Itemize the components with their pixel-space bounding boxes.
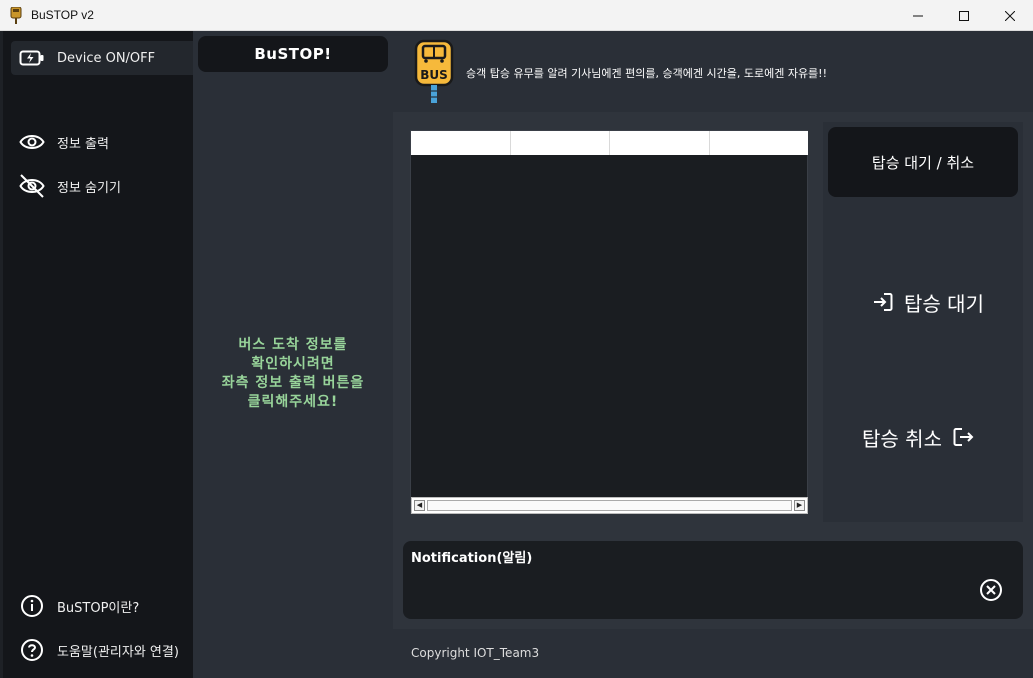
app-logo-text: BuSTOP!: [198, 36, 388, 72]
header: BUS 승객 탑승 유무를 알려 기사님에겐 편의를, 승객에겐 시간을, 도로…: [393, 31, 1033, 112]
sidebar-item-label: BuSTOP이란?: [57, 600, 140, 616]
arrival-info-message: 버스 도착 정보를 확인하시려면 좌측 정보 출력 버튼을 클릭해주세요!: [221, 337, 365, 410]
bus-stop-logo-icon: BUS: [414, 39, 454, 103]
table-header-cell[interactable]: [511, 131, 610, 155]
close-icon: [1005, 10, 1015, 21]
board-cancel-label: 탑승 취소: [862, 426, 942, 451]
bus-info-table[interactable]: ◀ ▶: [410, 130, 808, 514]
table-header-cell[interactable]: [610, 131, 710, 155]
sidebar: Device ON/OFF 정보 출력 정보 숨기기 BuSTOP이란? 도움말…: [3, 31, 193, 678]
table-header: [411, 131, 808, 155]
sidebar-item-about[interactable]: BuSTOP이란?: [11, 589, 139, 623]
table-header-cell[interactable]: [411, 131, 511, 155]
sidebar-item-label: Device ON/OFF: [57, 50, 156, 66]
help-icon: [19, 637, 45, 663]
slogan-text: 승객 탑승 유무를 알려 기사님에겐 편의를, 승객에겐 시간을, 도로에겐 자…: [466, 67, 827, 80]
copyright-text: Copyright IOT_Team3: [411, 646, 540, 660]
scroll-left-arrow-icon[interactable]: ◀: [414, 500, 425, 511]
sidebar-item-label: 도움말(관리자와 연결): [57, 644, 179, 660]
maximize-icon: [959, 10, 969, 21]
sidebar-item-device-toggle[interactable]: Device ON/OFF: [11, 41, 193, 75]
sidebar-item-label: 정보 출력: [57, 136, 109, 152]
log-in-icon: [874, 293, 893, 311]
minimize-icon: [913, 15, 923, 16]
info-icon: [19, 593, 45, 619]
close-notification-icon[interactable]: [979, 578, 1003, 602]
eye-icon: [19, 129, 45, 155]
board-wait-label: 탑승 대기: [904, 291, 984, 316]
boarding-action-panel: 탑승 대기 / 취소 탑승 대기 탑승 취소: [823, 122, 1023, 522]
bus-stop-app-icon: [10, 7, 22, 24]
horizontal-scrollbar[interactable]: ◀ ▶: [411, 497, 808, 514]
close-button[interactable]: [987, 0, 1033, 31]
table-header-cell[interactable]: [710, 131, 809, 155]
sidebar-item-label: 정보 숨기기: [57, 180, 121, 196]
log-out-icon: [953, 428, 974, 446]
bus-logo-text: BUS: [420, 68, 448, 82]
minimize-button[interactable]: [895, 0, 941, 31]
eye-off-icon: [19, 173, 45, 199]
maximize-button[interactable]: [941, 0, 987, 31]
sidebar-item-show-info[interactable]: 정보 출력: [11, 125, 109, 159]
footer: Copyright IOT_Team3: [393, 629, 1033, 678]
scroll-right-arrow-icon[interactable]: ▶: [794, 500, 805, 511]
sidebar-item-help[interactable]: 도움말(관리자와 연결): [11, 633, 179, 667]
notification-panel: Notification(알림): [403, 541, 1023, 619]
board-cancel-button[interactable]: 탑승 취소: [823, 417, 1023, 457]
scroll-track[interactable]: [427, 500, 792, 511]
notification-title: Notification(알림): [411, 551, 533, 566]
window-title: BuSTOP v2: [31, 8, 94, 22]
info-panel: BuSTOP! 버스 도착 정보를 확인하시려면 좌측 정보 출력 버튼을 클릭…: [193, 31, 393, 678]
wait-cancel-button[interactable]: 탑승 대기 / 취소: [828, 127, 1018, 197]
main-content: ◀ ▶ 탑승 대기 / 취소 탑승 대기 탑승 취소 Notification(…: [393, 112, 1033, 629]
title-bar: BuSTOP v2: [0, 0, 1033, 31]
board-wait-button[interactable]: 탑승 대기: [823, 282, 1023, 322]
sidebar-item-hide-info[interactable]: 정보 숨기기: [11, 169, 121, 203]
battery-charging-icon: [19, 45, 45, 71]
